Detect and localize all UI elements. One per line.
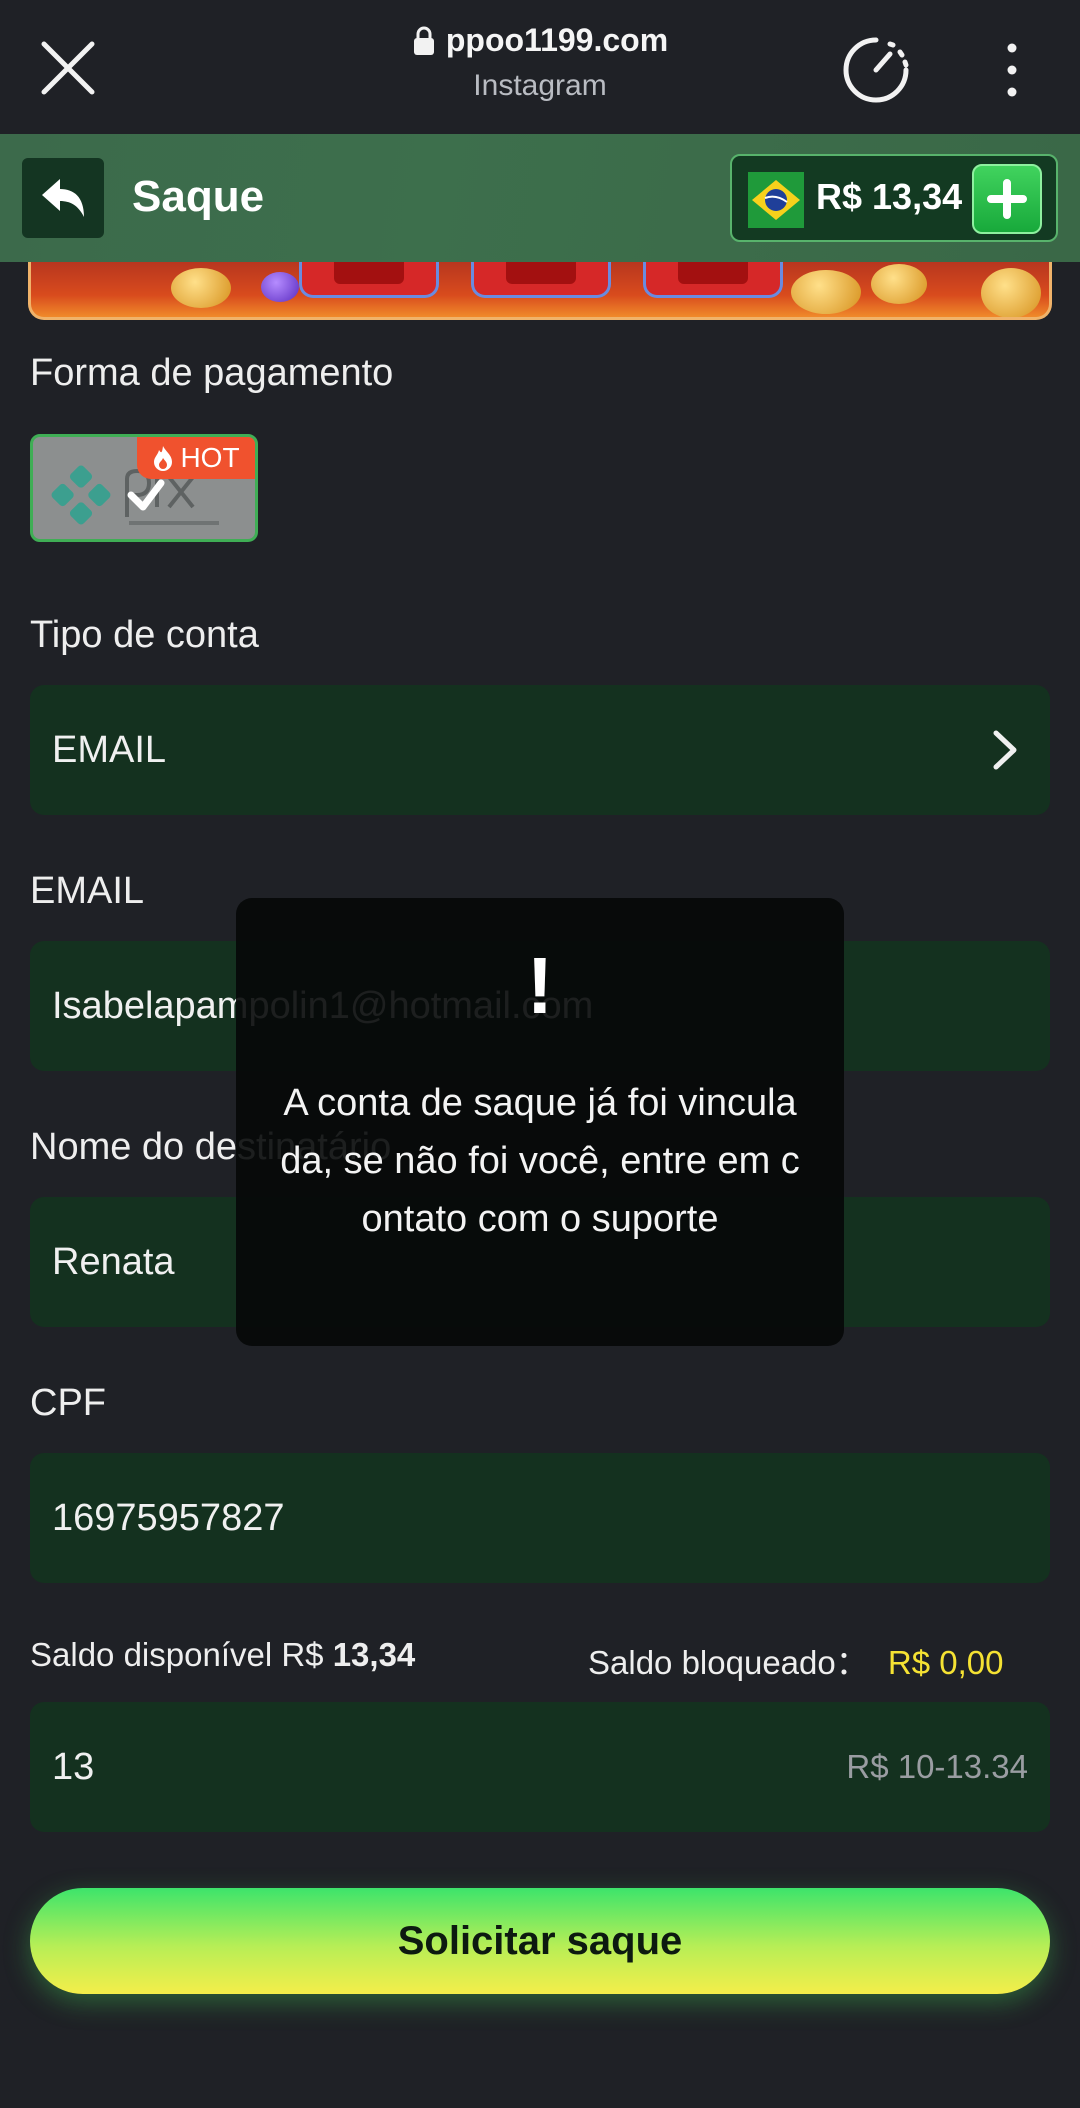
cpf-value: 16975957827 [52,1497,285,1539]
recipient-name-value: Renata [52,1241,175,1283]
balance-value: R$ 13,34 [816,176,963,217]
cpf-label: CPF [30,1382,106,1424]
back-arrow-icon [42,179,84,217]
account-type-label: Tipo de conta [30,614,259,656]
available-balance: Saldo disponível R$ 13,34 [30,1636,415,1674]
address-bar[interactable]: ppoo1199.com Instagram [290,22,790,103]
payment-method-label: Forma de pagamento [30,352,394,394]
error-toast: ! A conta de saque já foi vinculada, se … [236,898,844,1346]
email-label: EMAIL [30,870,145,912]
account-type-value: EMAIL [52,729,167,771]
blocked-balance: Saldo bloqueado： R$ 0,00 [588,1636,1004,1684]
balance-widget: R$ 13,34 [730,154,1058,242]
plus-icon [987,179,1027,219]
hot-badge-text: HOT [180,442,240,473]
chevron-right-icon [993,730,1017,770]
exclamation-icon: ! [526,941,554,1030]
page-title: Saque [132,172,265,221]
account-type-select[interactable]: EMAIL [30,685,1050,815]
withdraw-range-hint: R$ 10-13.34 [846,1748,1028,1785]
request-withdrawal-button[interactable]: Solicitar saque [30,1888,1050,1994]
toast-message: A conta de saque já foi vinculada, se nã… [280,1082,800,1240]
pix-payment-option[interactable]: HOT [30,434,258,542]
speedometer-icon[interactable] [840,34,912,106]
blocked-balance-value: R$ 0,00 [887,1644,1004,1681]
brazil-flag-icon [748,172,804,228]
available-balance-value: 13,34 [332,1636,416,1673]
browser-source: Instagram [473,69,607,102]
withdraw-amount-field[interactable]: 13 R$ 10-13.34 [30,1702,1050,1832]
blocked-balance-label: Saldo bloqueado： [588,1644,869,1681]
lock-icon [413,26,434,55]
browser-bar: ppoo1199.com Instagram [0,0,1080,134]
cpf-field[interactable]: 16975957827 [30,1453,1050,1583]
url-text: ppoo1199.com [445,22,669,58]
flame-icon [154,446,173,471]
withdraw-amount-value: 13 [52,1746,95,1788]
back-button[interactable] [22,158,104,238]
close-icon[interactable] [36,36,100,100]
hot-badge: HOT [137,437,255,479]
available-balance-label: Saldo disponível R$ [30,1636,324,1673]
promo-banner[interactable] [28,262,1052,320]
more-vertical-icon[interactable] [996,40,1028,100]
deposit-button[interactable] [972,164,1042,234]
app-header: Saque R$ 13,34 [0,134,1080,262]
